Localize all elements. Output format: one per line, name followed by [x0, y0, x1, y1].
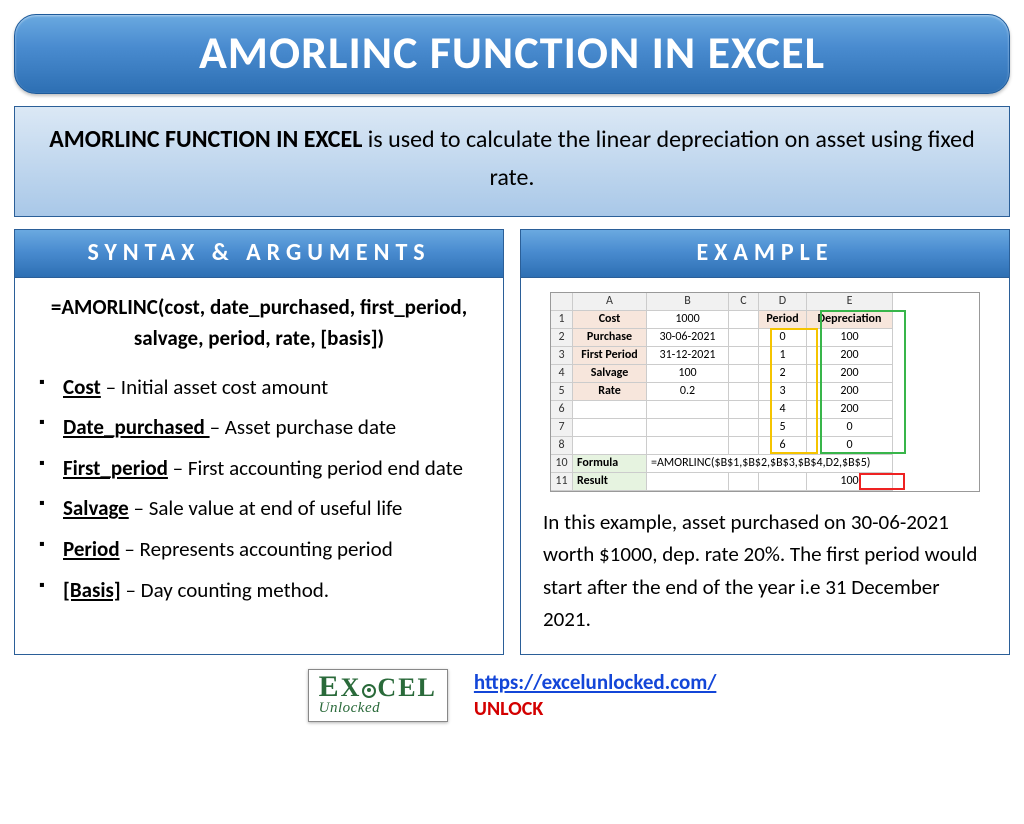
cell-E4: 200: [807, 365, 893, 383]
logo-title: EXCEL: [319, 672, 437, 702]
argument-list: Cost – Initial asset cost amount Date_pu…: [35, 371, 483, 606]
cell-D6: 4: [759, 401, 807, 419]
example-header: EXAMPLE: [521, 230, 1009, 278]
page-title: AMORLINC FUNCTION IN EXCEL: [15, 25, 1009, 81]
logo-subtitle: Unlocked: [319, 700, 437, 717]
cell-C4: [729, 365, 759, 383]
syntax-body: =AMORLINC(cost, date_purchased, first_pe…: [15, 278, 503, 632]
cell-E6: 200: [807, 401, 893, 419]
cell-C1: [729, 311, 759, 329]
cell-C5: [729, 383, 759, 401]
spreadsheet-mock: A B C D E 1 Cost 1000 Period Depreciatio…: [541, 292, 989, 492]
syntax-formula: =AMORLINC(cost, date_purchased, first_pe…: [35, 292, 483, 355]
cell-A8: [573, 437, 647, 455]
intro-box: AMORLINC FUNCTION IN EXCEL is used to ca…: [14, 106, 1010, 217]
cell-A4: Salvage: [573, 365, 647, 383]
example-panel: EXAMPLE A B C D E 1 Cost 1000: [520, 229, 1010, 655]
cell-E11-result: 100: [807, 473, 893, 491]
col-A: A: [573, 293, 647, 311]
unlock-label: UNLOCK: [474, 697, 716, 721]
footer-links: https://excelunlocked.com/ UNLOCK: [474, 669, 716, 721]
cell-A3: First Period: [573, 347, 647, 365]
cell-D4: 2: [759, 365, 807, 383]
row-5: 5: [551, 383, 573, 401]
intro-rest: is used to calculate the linear deprecia…: [362, 125, 974, 192]
row-1: 1: [551, 311, 573, 329]
cell-B3: 31-12-2021: [647, 347, 729, 365]
cell-E1: Depreciation: [807, 311, 893, 329]
cell-D2: 0: [759, 329, 807, 347]
row-6: 6: [551, 401, 573, 419]
cell-C3: [729, 347, 759, 365]
cell-D8: 6: [759, 437, 807, 455]
cell-C7: [729, 419, 759, 437]
row-3: 3: [551, 347, 573, 365]
arg-salvage: Salvage – Sale value at end of useful li…: [39, 492, 483, 525]
col-B: B: [647, 293, 729, 311]
sheet-corner: [551, 293, 573, 311]
cell-formula: =AMORLINC($B$1,$B$2,$B$3,$B$4,D2,$B$5): [647, 455, 893, 473]
syntax-header: SYNTAX & ARGUMENTS: [15, 230, 503, 278]
cell-C8: [729, 437, 759, 455]
cell-B8: [647, 437, 729, 455]
cell-B7: [647, 419, 729, 437]
logo: EXCEL Unlocked: [308, 669, 448, 722]
cell-A10: Formula: [573, 455, 647, 473]
example-description: In this example, asset purchased on 30-0…: [541, 506, 989, 636]
row-8: 8: [551, 437, 573, 455]
arg-first-period: First_period – First accounting period e…: [39, 452, 483, 485]
website-link[interactable]: https://excelunlocked.com/: [474, 669, 716, 695]
row-7: 7: [551, 419, 573, 437]
cell-B2: 30-06-2021: [647, 329, 729, 347]
cell-C2: [729, 329, 759, 347]
row-2: 2: [551, 329, 573, 347]
columns-wrap: SYNTAX & ARGUMENTS =AMORLINC(cost, date_…: [14, 229, 1010, 655]
cell-B1: 1000: [647, 311, 729, 329]
row-4: 4: [551, 365, 573, 383]
arg-period: Period – Represents accounting period: [39, 533, 483, 566]
cell-B4: 100: [647, 365, 729, 383]
col-D: D: [759, 293, 807, 311]
footer: EXCEL Unlocked https://excelunlocked.com…: [14, 669, 1010, 722]
cell-A2: Purchase: [573, 329, 647, 347]
cell-A5: Rate: [573, 383, 647, 401]
title-bar: AMORLINC FUNCTION IN EXCEL: [14, 14, 1010, 94]
cell-A1: Cost: [573, 311, 647, 329]
col-E: E: [807, 293, 893, 311]
cell-E5: 200: [807, 383, 893, 401]
row-11: 11: [551, 473, 573, 491]
cell-D3: 1: [759, 347, 807, 365]
syntax-panel: SYNTAX & ARGUMENTS =AMORLINC(cost, date_…: [14, 229, 504, 655]
cell-D7: 5: [759, 419, 807, 437]
col-C: C: [729, 293, 759, 311]
cell-A11: Result: [573, 473, 647, 491]
cell-E3: 200: [807, 347, 893, 365]
cell-D11: [759, 473, 807, 491]
keyhole-icon: [362, 684, 376, 698]
cell-A7: [573, 419, 647, 437]
arg-basis: [Basis] – Day counting method.: [39, 574, 483, 607]
cell-E2: 100: [807, 329, 893, 347]
cell-A6: [573, 401, 647, 419]
cell-B11: [647, 473, 729, 491]
intro-bold: AMORLINC FUNCTION IN EXCEL: [49, 125, 362, 154]
cell-B5: 0.2: [647, 383, 729, 401]
cell-B6: [647, 401, 729, 419]
cell-C11: [729, 473, 759, 491]
cell-C6: [729, 401, 759, 419]
example-body: A B C D E 1 Cost 1000 Period Depreciatio…: [521, 278, 1009, 654]
arg-date-purchased: Date_purchased – Asset purchase date: [39, 411, 483, 444]
cell-E8: 0: [807, 437, 893, 455]
cell-D5: 3: [759, 383, 807, 401]
arg-cost: Cost – Initial asset cost amount: [39, 371, 483, 404]
row-10: 10: [551, 455, 573, 473]
cell-E7: 0: [807, 419, 893, 437]
cell-D1: Period: [759, 311, 807, 329]
